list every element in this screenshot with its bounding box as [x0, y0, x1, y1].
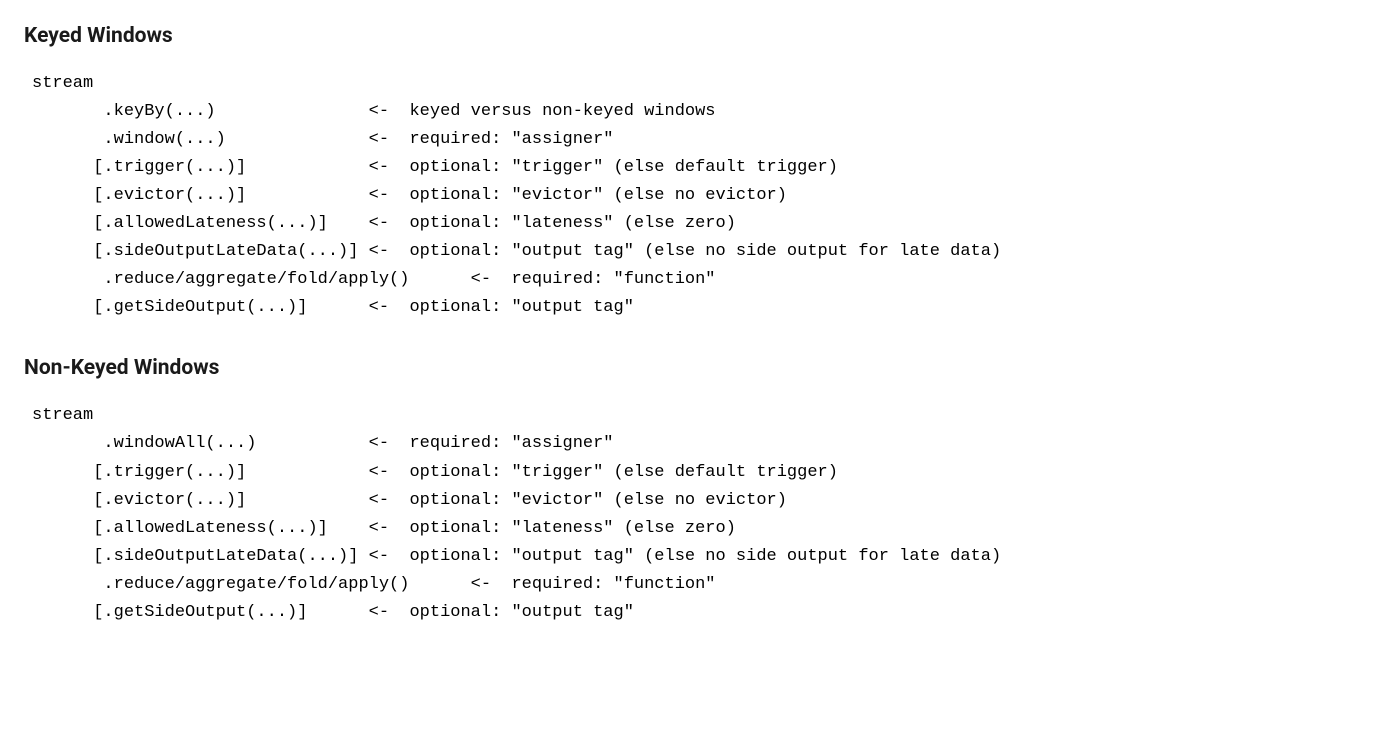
non-keyed-windows-code: stream .windowAll(...) <- required: "ass…	[24, 402, 1376, 626]
keyed-windows-section: Keyed Windows stream .keyBy(...) <- keye…	[24, 24, 1376, 322]
keyed-windows-heading: Keyed Windows	[24, 24, 1376, 48]
keyed-windows-code: stream .keyBy(...) <- keyed versus non-k…	[24, 70, 1376, 322]
non-keyed-windows-section: Non-Keyed Windows stream .windowAll(...)…	[24, 356, 1376, 626]
non-keyed-windows-heading: Non-Keyed Windows	[24, 356, 1376, 380]
